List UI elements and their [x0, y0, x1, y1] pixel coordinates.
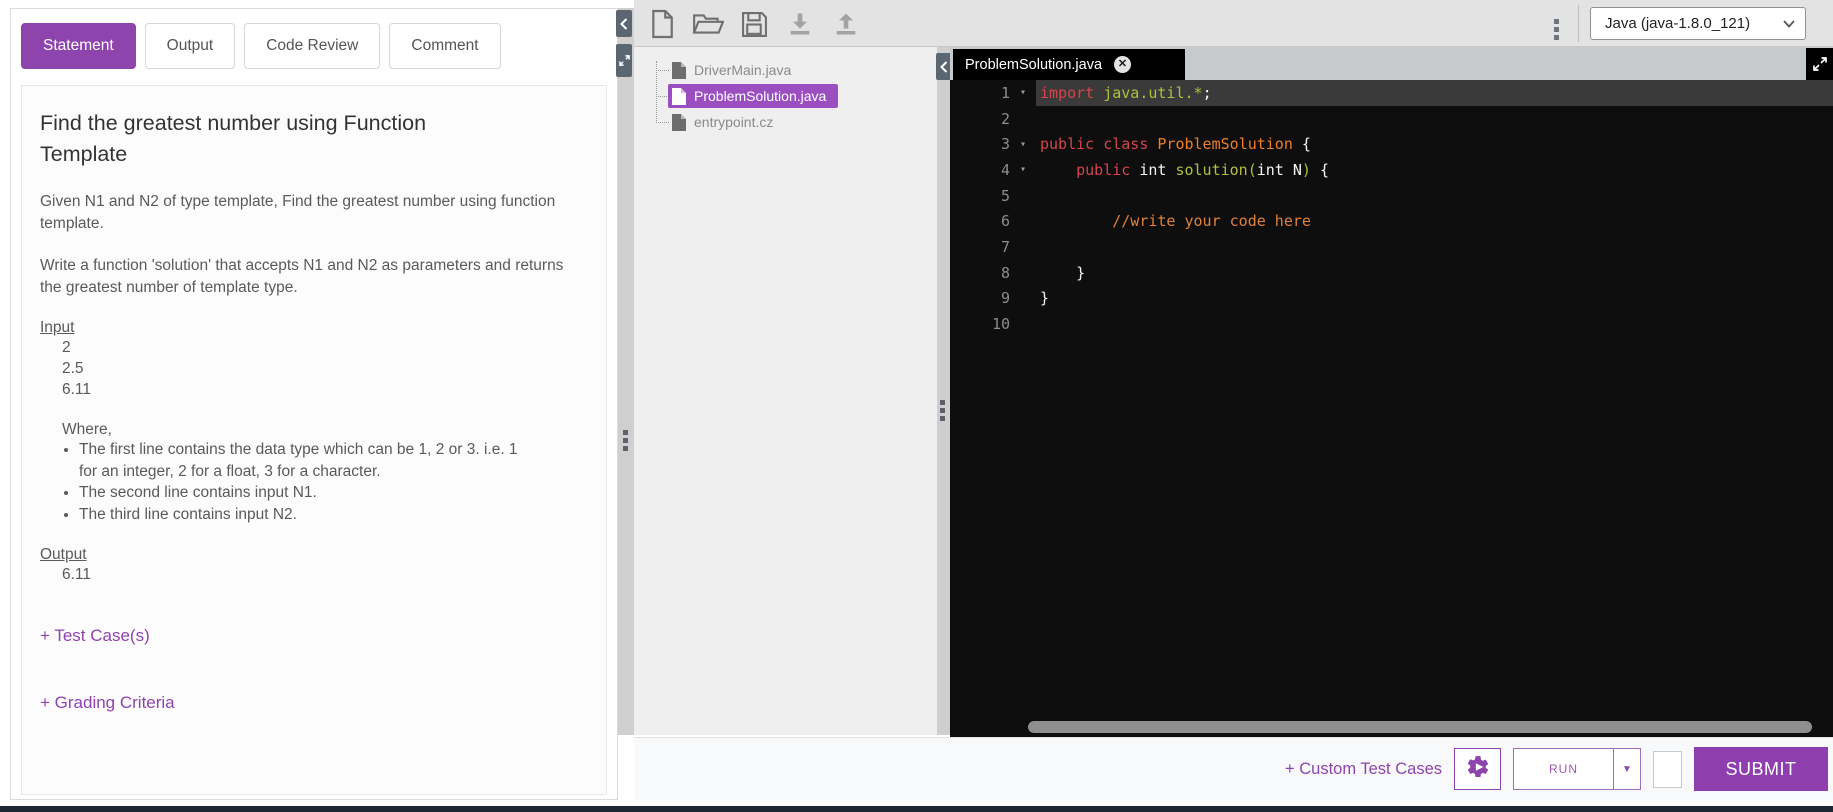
run-button[interactable]: RUN [1514, 749, 1613, 789]
statement-paragraph: Write a function 'solution' that accepts… [40, 257, 564, 296]
run-options-dropdown[interactable]: ▼ [1613, 749, 1640, 789]
list-item: The first line contains the data type wh… [79, 439, 527, 482]
editor-tab-title: ProblemSolution.java [965, 56, 1103, 73]
page-bottom-edge [0, 806, 1833, 812]
close-icon[interactable]: ✕ [1114, 56, 1132, 73]
code-line[interactable]: 3 ▾ public class ProblemSolution { [950, 131, 1833, 157]
run-button-group: RUN ▼ [1513, 748, 1641, 790]
line-number: 4 [1000, 160, 1010, 179]
expand-panel-icon[interactable] [616, 44, 632, 77]
action-bar: + Custom Test Cases RUN ▼ SUBMIT [634, 737, 1833, 800]
file-item-problemsolution[interactable]: ProblemSolution.java [668, 84, 839, 108]
code-line[interactable]: 4 ▾ public int solution(int N) { [950, 157, 1833, 183]
file-icon [672, 113, 686, 131]
toolbar-divider [1578, 5, 1579, 42]
code-line[interactable]: 10 [950, 311, 1833, 337]
statement-paragraph: Given N1 and N2 of type template, Find t… [40, 193, 556, 232]
more-options-icon[interactable] [1552, 17, 1561, 42]
custom-test-cases-link[interactable]: + Custom Test Cases [1285, 760, 1442, 779]
output-value: 6.11 [62, 566, 92, 583]
tab-statement[interactable]: Statement [21, 23, 136, 69]
file-icon [672, 87, 686, 105]
collapse-left-panel-icon[interactable] [616, 10, 632, 37]
problem-panel: Statement Output Code Review Comment Fin… [10, 8, 618, 800]
test-cases-link[interactable]: + Test Case(s) [40, 626, 150, 646]
input-value: 6.11 [62, 381, 92, 398]
code-line[interactable]: 9} [950, 286, 1833, 312]
file-name: DriverMain.java [694, 62, 792, 78]
submit-button[interactable]: SUBMIT [1694, 747, 1828, 791]
code-line[interactable]: 6 //write your code here [950, 208, 1833, 234]
where-label: Where, [62, 421, 112, 438]
file-tree-panel: DriverMain.java ProblemSolution.java ent… [634, 47, 937, 735]
chevron-down-icon [1783, 19, 1795, 28]
page-title: Find the greatest number using Function … [40, 111, 427, 166]
code-assessment-app: Statement Output Code Review Comment Fin… [0, 0, 1833, 812]
code-line[interactable]: 7 [950, 234, 1833, 260]
fold-arrow-icon[interactable]: ▾ [1010, 164, 1036, 175]
line-number: 5 [1000, 186, 1010, 205]
status-box[interactable] [1653, 750, 1682, 788]
code-line[interactable]: 2 [950, 106, 1833, 132]
editor-toolbar: Java (java-1.8.0_121) [634, 0, 1833, 47]
line-number: 1 [1000, 83, 1010, 102]
download-icon[interactable] [784, 9, 816, 39]
line-number: 6 [1000, 212, 1010, 231]
fold-arrow-icon[interactable]: ▾ [1010, 87, 1036, 98]
code-line[interactable]: 1 ▾ import java.util.*; [950, 80, 1833, 106]
file-icon [672, 61, 686, 79]
fold-arrow-icon[interactable]: ▾ [1010, 139, 1036, 150]
splitter-grip-icon[interactable] [623, 430, 629, 451]
constraints-list: The first line contains the data type wh… [62, 439, 527, 525]
input-label: Input [40, 319, 75, 336]
editor-tab-problemsolution[interactable]: ProblemSolution.java ✕ [953, 49, 1185, 80]
file-toolbar [646, 9, 862, 39]
list-item: The second line contains input N1. [79, 482, 527, 504]
line-number: 2 [1000, 109, 1010, 128]
code-lines: 1 ▾ import java.util.*; 2 3 ▾ public class Pro… [950, 80, 1833, 337]
file-name: entrypoint.cz [694, 114, 774, 130]
problem-tabs: Statement Output Code Review Comment [21, 23, 501, 69]
horizontal-scrollbar[interactable] [1028, 721, 1812, 733]
grading-criteria-link[interactable]: + Grading Criteria [40, 693, 175, 713]
input-value: 2.5 [62, 360, 84, 377]
statement-body: Find the greatest number using Function … [21, 85, 607, 795]
run-settings-button[interactable] [1454, 748, 1501, 790]
tab-output[interactable]: Output [144, 23, 236, 69]
editor-tab-bar: ProblemSolution.java ✕ [950, 47, 1833, 80]
input-values: 2 2.5 6.11 [62, 337, 586, 400]
open-folder-icon[interactable] [692, 9, 724, 39]
tab-comment[interactable]: Comment [389, 23, 501, 69]
tab-code-review[interactable]: Code Review [244, 23, 381, 69]
file-item-drivermain[interactable]: DriverMain.java [668, 58, 803, 82]
input-value: 2 [62, 339, 71, 356]
language-selector[interactable]: Java (java-1.8.0_121) [1590, 7, 1806, 40]
line-number: 10 [991, 315, 1010, 334]
list-item: The third line contains input N2. [79, 504, 527, 526]
line-number: 3 [1000, 135, 1010, 154]
file-item-entrypoint[interactable]: entrypoint.cz [668, 110, 785, 134]
save-icon[interactable] [738, 9, 770, 39]
language-selector-value: Java (java-1.8.0_121) [1605, 15, 1751, 32]
gear-icon [1465, 754, 1491, 785]
file-name: ProblemSolution.java [694, 88, 827, 104]
fullscreen-toggle-icon[interactable] [1806, 48, 1833, 80]
code-editor[interactable]: 1 ▾ import java.util.*; 2 3 ▾ public class Pro… [950, 80, 1833, 737]
code-line[interactable]: 5 [950, 183, 1833, 209]
upload-icon[interactable] [830, 9, 862, 39]
panel-splitter-editor[interactable] [937, 47, 950, 735]
line-number: 7 [1000, 237, 1010, 256]
new-file-icon[interactable] [646, 9, 678, 39]
line-number: 8 [1000, 263, 1010, 282]
code-line[interactable]: 8 } [950, 260, 1833, 286]
line-number: 9 [1000, 289, 1010, 308]
panel-splitter-left[interactable] [618, 8, 634, 735]
splitter-grip-icon[interactable] [940, 400, 946, 421]
output-label: Output [40, 546, 87, 563]
